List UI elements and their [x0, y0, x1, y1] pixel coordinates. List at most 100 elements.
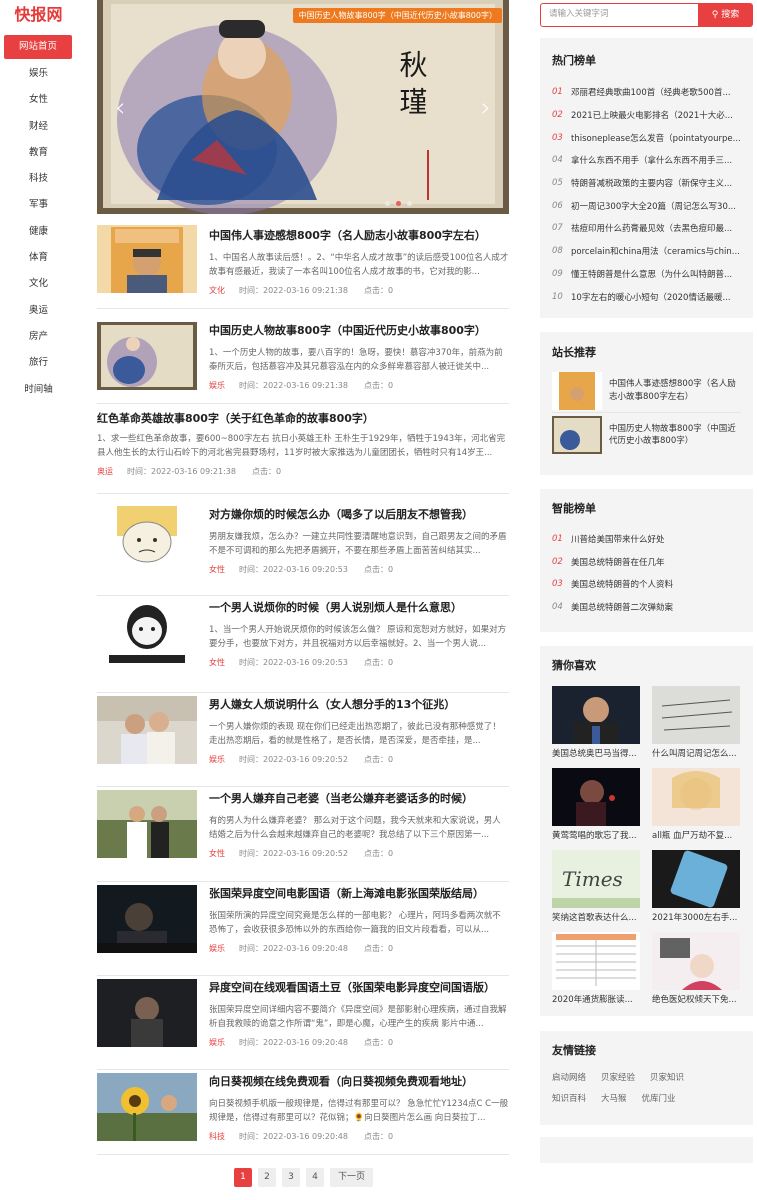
- nav-item[interactable]: 财经: [0, 114, 77, 140]
- rank-item[interactable]: 08 porcelain和china用法（ceramics与chin...: [540, 240, 753, 263]
- guess-item[interactable]: 绝色医妃权倾天下免...: [652, 932, 740, 1014]
- rank-item[interactable]: 04 拿什么东西不用手（拿什么东西不用手三...: [540, 149, 753, 172]
- article-thumbnail[interactable]: [97, 790, 197, 858]
- page-button[interactable]: 2: [258, 1168, 276, 1187]
- search-button[interactable]: ⚲ 搜索: [698, 3, 753, 27]
- article-item[interactable]: 红色革命英雄故事800字（关于红色革命的故事800字） 1、求一些红色革命故事，要…: [97, 404, 509, 494]
- nav-item[interactable]: 娱乐: [0, 61, 77, 87]
- nav-item[interactable]: 房产: [0, 324, 77, 350]
- article-item[interactable]: 中国伟人事迹感想800字（名人励志小故事800字左右） 1、中国名人故事读后感！。…: [97, 224, 509, 309]
- slider-dot-active[interactable]: [396, 201, 401, 206]
- rank-title[interactable]: 特朗普减税政策的主要内容（新保守主义...: [571, 177, 732, 189]
- rank-item[interactable]: 01 邓丽君经典歌曲100首（经典老歌500首...: [540, 81, 753, 104]
- rank-title[interactable]: 邓丽君经典歌曲100首（经典老歌500首...: [571, 86, 731, 98]
- rank-item[interactable]: 01 川普给美国带来什么好处: [540, 528, 753, 551]
- guess-caption[interactable]: 什么叫周记周记怎么...: [652, 747, 740, 759]
- slider-dot[interactable]: [407, 201, 412, 206]
- nav-item[interactable]: 旅行: [0, 350, 77, 376]
- article-thumbnail[interactable]: [97, 506, 197, 574]
- recommend-item[interactable]: 中国历史人物故事800字（中国近代历史小故事800字）: [552, 413, 741, 457]
- article-title[interactable]: 中国历史人物故事800字（中国近代历史小故事800字）: [209, 324, 509, 338]
- recommend-thumbnail[interactable]: [552, 371, 602, 410]
- rank-title[interactable]: porcelain和china用法（ceramics与chin...: [571, 245, 740, 257]
- guess-caption[interactable]: all瓶 血尸万劫不复...: [652, 829, 740, 841]
- nav-item[interactable]: 体育: [0, 245, 77, 271]
- article-thumbnail[interactable]: [97, 322, 197, 390]
- nav-item[interactable]: 女性: [0, 87, 77, 113]
- prev-arrow-icon[interactable]: ‹: [115, 95, 125, 121]
- guess-item[interactable]: all瓶 血尸万劫不复...: [652, 768, 740, 850]
- article-category[interactable]: 科技: [209, 1132, 225, 1141]
- rank-item[interactable]: 09 懂王特朗普是什么意思（为什么叫特朗普...: [540, 263, 753, 286]
- nav-item[interactable]: 时间轴: [0, 377, 77, 403]
- rank-item[interactable]: 04 美国总统特朗普二次弹劾案: [540, 596, 753, 619]
- article-category[interactable]: 娱乐: [209, 381, 225, 390]
- rank-title[interactable]: 初一周记300字大全20篇（周记怎么写30...: [571, 200, 736, 212]
- slider-dot[interactable]: [385, 201, 390, 206]
- guess-thumbnail[interactable]: [652, 768, 740, 826]
- guess-thumbnail[interactable]: [552, 932, 640, 990]
- rank-item[interactable]: 10 10字左右的暖心小短句（2020情话最暖...: [540, 285, 753, 308]
- nav-item[interactable]: 网站首页: [4, 35, 72, 59]
- nav-item[interactable]: 文化: [0, 271, 77, 297]
- guess-item[interactable]: 黄莺莺唱的歌忘了我...: [552, 768, 640, 850]
- article-category[interactable]: 女性: [209, 849, 225, 858]
- article-title[interactable]: 向日葵视频在线免费观看（向日葵视频免费观看地址）: [209, 1075, 509, 1089]
- guess-thumbnail[interactable]: [652, 850, 740, 908]
- guess-thumbnail[interactable]: [552, 768, 640, 826]
- article-category[interactable]: 文化: [209, 286, 225, 295]
- nav-item[interactable]: 军事: [0, 192, 77, 218]
- rank-title[interactable]: 美国总统特朗普的个人资料: [571, 578, 673, 590]
- search-input[interactable]: 请输入关键字词: [540, 3, 700, 27]
- article-thumbnail[interactable]: [97, 979, 197, 1047]
- article-category[interactable]: 女性: [209, 565, 225, 574]
- rank-item[interactable]: 06 初一周记300字大全20篇（周记怎么写30...: [540, 194, 753, 217]
- guess-item[interactable]: 美国总统奥巴马当得...: [552, 686, 640, 768]
- recommend-title[interactable]: 中国历史人物故事800字（中国近代历史小故事800字）: [609, 423, 741, 448]
- guess-caption[interactable]: 美国总统奥巴马当得...: [552, 747, 640, 759]
- recommend-thumbnail[interactable]: [552, 416, 602, 454]
- article-item[interactable]: 对方嫌你烦的时候怎么办（喝多了以后朋友不想管我） 男朋友嫌我烦，怎么办？一建立共同…: [97, 503, 509, 596]
- recommend-item[interactable]: 中国伟人事迹感想800字（名人励志小故事800字左右）: [552, 369, 741, 413]
- guess-thumbnail[interactable]: [552, 686, 640, 744]
- article-item[interactable]: 一个男人嫌弃自己老婆（当老公嫌弃老婆话多的时候） 有的男人为什么嫌弃老婆？ 那么对…: [97, 787, 509, 882]
- article-title[interactable]: 张国荣异度空间电影国语（新上海滩电影张国荣版结局）: [209, 887, 509, 901]
- friend-link[interactable]: 知识百科: [552, 1089, 586, 1110]
- article-item[interactable]: 一个男人说烦你的时候（男人说别烦人是什么意思） 1、当一个男人开始说厌烦你的时候该…: [97, 596, 509, 693]
- next-arrow-icon[interactable]: ›: [481, 95, 491, 121]
- guess-caption[interactable]: 2021年3000左右手...: [652, 911, 740, 923]
- next-page-button[interactable]: 下一页: [330, 1168, 374, 1187]
- article-title[interactable]: 一个男人说烦你的时候（男人说别烦人是什么意思）: [209, 601, 509, 615]
- rank-title[interactable]: 拿什么东西不用手（拿什么东西不用手三...: [571, 154, 732, 166]
- guess-caption[interactable]: 2020年通货膨胀读...: [552, 993, 640, 1005]
- guess-caption[interactable]: 绝色医妃权倾天下免...: [652, 993, 740, 1005]
- article-item[interactable]: 张国荣异度空间电影国语（新上海滩电影张国荣版结局） 张国荣所演的异度空间究竟是怎么…: [97, 882, 509, 976]
- site-logo[interactable]: 快报网: [0, 1, 77, 29]
- friend-link[interactable]: 贝家经验: [601, 1068, 635, 1089]
- friend-link[interactable]: 大马猴: [601, 1089, 627, 1110]
- rank-title[interactable]: 美国总统特朗普二次弹劾案: [571, 601, 673, 613]
- rank-item[interactable]: 05 特朗普减税政策的主要内容（新保守主义...: [540, 172, 753, 195]
- nav-item[interactable]: 奥运: [0, 298, 77, 324]
- page-button[interactable]: 3: [282, 1168, 300, 1187]
- rank-item[interactable]: 03 美国总统特朗普的个人资料: [540, 573, 753, 596]
- guess-thumbnail[interactable]: Times: [552, 850, 640, 908]
- article-thumbnail[interactable]: [97, 225, 197, 293]
- article-category[interactable]: 娱乐: [209, 944, 225, 953]
- page-button[interactable]: 4: [306, 1168, 324, 1187]
- nav-item[interactable]: 健康: [0, 219, 77, 245]
- article-category[interactable]: 娱乐: [209, 755, 225, 764]
- rank-title[interactable]: 美国总统特朗普在任几年: [571, 556, 665, 568]
- article-thumbnail[interactable]: [97, 885, 197, 953]
- rank-title[interactable]: 祛痘印用什么药膏最见效（去黑色痘印最...: [571, 222, 732, 234]
- article-title[interactable]: 对方嫌你烦的时候怎么办（喝多了以后朋友不想管我）: [209, 508, 509, 522]
- guess-item[interactable]: 2020年通货膨胀读...: [552, 932, 640, 1014]
- guess-item[interactable]: 2021年3000左右手...: [652, 850, 740, 932]
- article-category[interactable]: 奥运: [97, 467, 113, 476]
- article-title[interactable]: 中国伟人事迹感想800字（名人励志小故事800字左右）: [209, 229, 509, 243]
- hero-slider[interactable]: 秋 瑾 中国历史人物故事800字（中国近代历史小故事800字） ‹ ›: [97, 0, 509, 214]
- article-item[interactable]: 中国历史人物故事800字（中国近代历史小故事800字） 1、一个历史人物的故事，要…: [97, 319, 509, 404]
- rank-title[interactable]: 2021已上映最火电影排名（2021十大必...: [571, 109, 733, 121]
- guess-caption[interactable]: 黄莺莺唱的歌忘了我...: [552, 829, 640, 841]
- slide-caption-tag[interactable]: 中国历史人物故事800字（中国近代历史小故事800字）: [293, 8, 502, 23]
